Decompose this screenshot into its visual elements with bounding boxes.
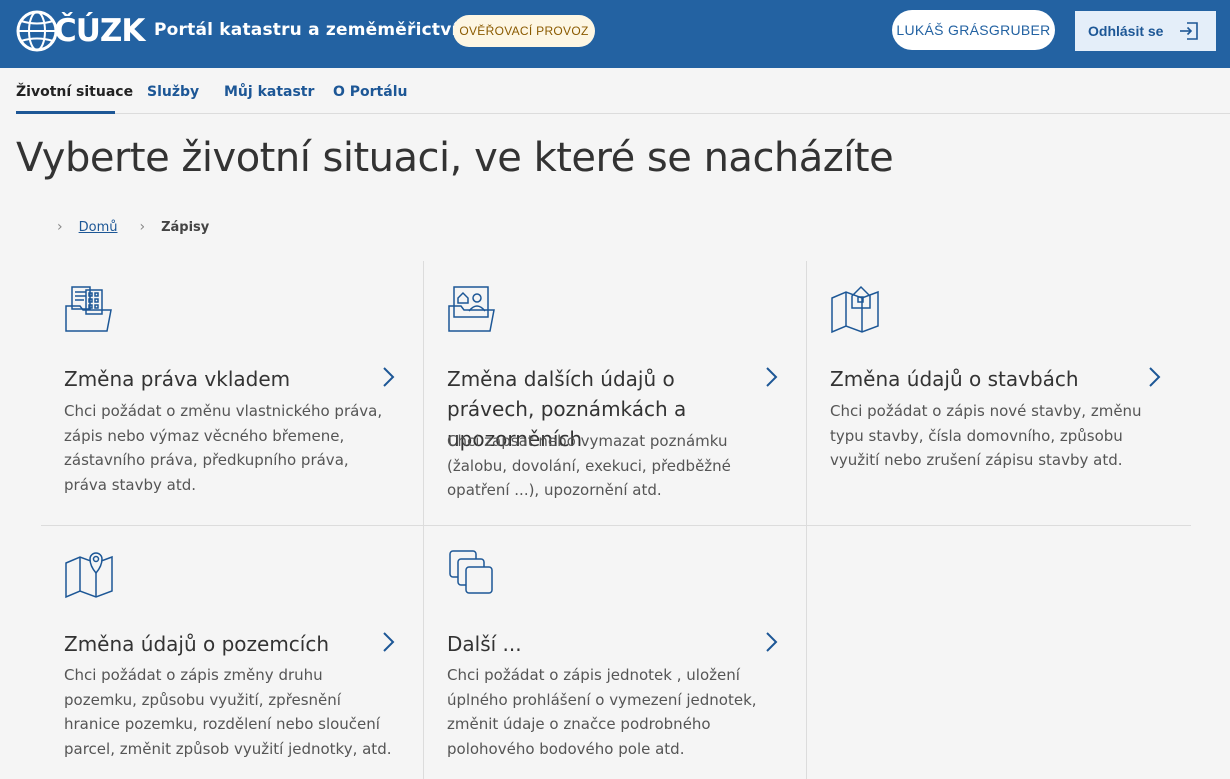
situation-card-dalsi[interactable]: Další ... Chci požádat o zápis jednotek … [424,526,807,779]
top-header: ČÚZK Portál katastru a zeměměřictví OVĚŘ… [0,0,1230,68]
cuzk-logo[interactable]: ČÚZK [16,10,145,52]
chevron-right-icon [383,367,395,387]
situation-card-pravo-vkladem[interactable]: Změna práva vkladem Chci požádat o změnu… [41,261,424,525]
nav-item-o-portalu[interactable]: O Portálu [333,84,407,100]
card-description: Chci požádat o zápis jednotek , uložení … [447,666,757,758]
chevron-right-icon [766,632,778,652]
user-profile-button[interactable]: LUKÁŠ GRÁSGRUBER [892,10,1055,50]
stacked-squares-icon [449,550,493,594]
nav-item-sluzby[interactable]: Služby [147,84,199,100]
card-title: Další ... [447,632,522,656]
environment-badge: OVĚŘOVACÍ PROVOZ [453,15,595,47]
portal-title[interactable]: Portál katastru a zeměměřictví [154,20,458,40]
situation-grid: Změna práva vkladem Chci požádat o změnu… [41,261,1191,779]
card-title: Změna práva vkladem [64,367,291,391]
breadcrumb-home-link[interactable]: Domů [79,220,118,235]
logo-text: ČÚZK [54,13,145,49]
situation-card-udaje-o-stavbach[interactable]: Změna údajů o stavbách Chci požádat o zá… [807,261,1190,525]
chevron-right-icon [1149,367,1161,387]
breadcrumb: › Domů › Zápisy [57,219,209,235]
card-description: Chci požádat o zápis změny druhu pozemku… [64,666,392,758]
breadcrumb-current: Zápisy [161,219,210,235]
situation-card-udaje-o-pozemcich[interactable]: Změna údajů o pozemcích Chci požádat o z… [41,526,424,779]
chevron-right-icon [766,367,778,387]
card-description: Chci zapsat nebo vymazat poznámku (žalob… [447,432,731,499]
house-map-icon [831,285,879,334]
logout-label: Odhlásit se [1088,23,1164,39]
card-description: Chci požádat o změnu vlastnického práva,… [64,402,383,494]
card-description: Chci požádat o zápis nové stavby, změnu … [830,402,1142,469]
chevron-right-icon: › [139,219,146,235]
active-nav-indicator [16,111,115,114]
card-title: Změna údajů o pozemcích [64,632,330,656]
main-nav: Životní situace Služby Můj katastr O Por… [16,68,1230,114]
map-pin-icon [65,552,113,599]
page-title: Vyberte životní situaci, ve které se nac… [16,135,894,181]
logout-button[interactable]: Odhlásit se [1075,11,1216,51]
situation-card-dalsi-udaje-o-pravech[interactable]: Změna dalších údajů o právech, poznámkác… [424,261,807,525]
person-house-folder-icon [448,286,495,332]
building-folder-icon [65,286,112,332]
nav-item-muj-katastr[interactable]: Můj katastr [224,84,314,100]
card-title: Změna údajů o stavbách [830,367,1079,391]
nav-item-zivotni-situace[interactable]: Životní situace [16,84,133,100]
logout-icon [1180,22,1198,40]
chevron-right-icon: › [57,219,63,235]
chevron-right-icon [383,632,395,652]
